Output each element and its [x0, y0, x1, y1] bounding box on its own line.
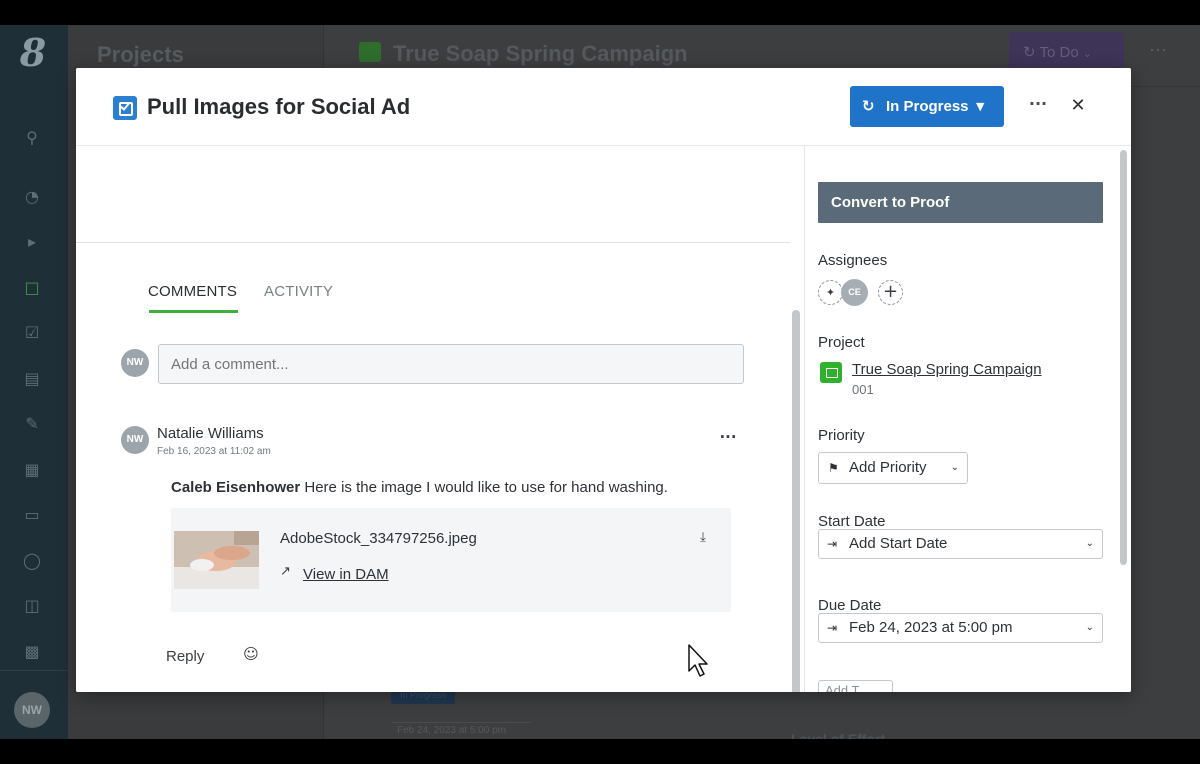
comment-input[interactable]	[158, 344, 744, 384]
add-priority-button[interactable]: ⚑ Add Priority ⌄	[818, 452, 968, 484]
reply-button[interactable]: Reply	[166, 648, 204, 665]
project-status-button[interactable]: ↻ To Do ⌄	[1009, 32, 1124, 72]
project-number: 001	[852, 382, 874, 397]
comment-timestamp: Feb 16, 2023 at 11:02 am	[157, 446, 271, 457]
chevron-down-icon: ⌄	[950, 462, 959, 473]
task-details-pane: COMMENTS ACTIVITY NW NW Natalie Williams…	[76, 146, 804, 692]
comment-author: Natalie Williams	[157, 425, 264, 442]
comment-mention[interactable]: Caleb Eisenhower	[171, 479, 300, 496]
project-more-button[interactable]: ···	[1149, 39, 1167, 60]
project-link[interactable]: True Soap Spring Campaign	[852, 361, 1042, 378]
start-date-label: Start Date	[818, 513, 886, 530]
calendar-arrow-icon: ⇥	[827, 621, 838, 635]
inbox-icon[interactable]: ▤	[22, 369, 42, 389]
gauge-icon[interactable]: ◔	[22, 187, 42, 207]
chevron-down-icon: ⌄	[1085, 622, 1094, 633]
calendar-icon[interactable]: ▦	[22, 460, 42, 480]
priority-button-label: Add Priority	[849, 459, 927, 476]
attachment-thumbnail[interactable]	[174, 531, 259, 589]
search-icon[interactable]: ⚲	[22, 128, 42, 148]
rail-divider	[0, 670, 68, 671]
analytics-icon[interactable]: ▩	[22, 642, 42, 662]
convert-to-proof-button[interactable]: Convert to Proof	[818, 182, 1103, 223]
app-frame: 8 ⚲ ◔ ▸ □ ☑ ▤ ✎ ▦ ▭ ◯ ◫ ▩ NW Projects Tr…	[0, 25, 1200, 739]
section-divider	[76, 242, 790, 243]
assignee-placeholder-icon[interactable]: ✦	[818, 280, 843, 305]
due-date-label: Due Date	[818, 597, 882, 614]
priority-label: Priority	[818, 427, 865, 444]
refresh-icon: ↻	[1023, 43, 1036, 61]
task-checkbox-icon	[113, 96, 137, 120]
tab-activity[interactable]: ACTIVITY	[264, 283, 333, 300]
view-in-dam-link[interactable]: View in DAM	[303, 566, 389, 583]
task-due-date: Feb 24, 2023 at 5:00 pm	[391, 722, 531, 739]
project-title: True Soap Spring Campaign	[393, 41, 688, 66]
start-date-select[interactable]: ⇥ Add Start Date ⌄	[818, 529, 1103, 559]
comment-more-button[interactable]: ···	[716, 428, 740, 448]
attachment-card: AdobeStock_334797256.jpeg ⤓ ↗ View in DA…	[171, 508, 731, 612]
chevron-down-icon: ⌄	[1085, 538, 1094, 549]
status-label: In Progress	[886, 98, 969, 115]
megaphone-icon[interactable]: ▸	[22, 232, 42, 252]
assignee-avatar[interactable]: CE	[841, 279, 868, 306]
comment-avatar: NW	[121, 426, 149, 454]
projects-title: Projects	[97, 42, 184, 67]
comment-text: Here is the image I would like to use fo…	[300, 479, 668, 496]
level-of-effort-label: Level of Effort	[791, 731, 886, 739]
task-sidebar: Convert to Proof Assignees ✦ CE + Projec…	[805, 146, 1131, 692]
tab-comments[interactable]: COMMENTS	[148, 283, 237, 300]
app-logo[interactable]: 8	[14, 33, 52, 73]
chevron-down-icon: ▼	[976, 100, 985, 113]
folder-icon[interactable]: □	[22, 278, 42, 298]
composer-avatar: NW	[121, 349, 149, 377]
external-link-icon: ↗	[280, 564, 291, 579]
project-folder-icon	[820, 362, 842, 383]
project-label: Project	[818, 334, 865, 351]
emoji-add-icon[interactable]: ☺	[241, 645, 261, 665]
calendar-arrow-icon: ⇥	[827, 537, 838, 551]
close-button[interactable]: ✕	[1066, 94, 1090, 118]
tab-active-indicator	[149, 310, 238, 313]
sidebar-scrollbar[interactable]	[1120, 150, 1127, 565]
add-assignee-button[interactable]: +	[878, 280, 903, 305]
flag-icon: ⚑	[828, 461, 839, 475]
refresh-icon: ↻	[862, 97, 875, 115]
mouse-cursor-icon	[688, 644, 708, 677]
comments-scrollbar[interactable]	[792, 310, 800, 692]
due-date-select[interactable]: ⇥ Feb 24, 2023 at 5:00 pm ⌄	[818, 613, 1103, 643]
person-icon[interactable]: ◯	[22, 551, 42, 571]
due-date-value: Feb 24, 2023 at 5:00 pm	[849, 619, 1013, 636]
attachment-file-name: AdobeStock_334797256.jpeg	[280, 530, 477, 547]
modal-title[interactable]: Pull Images for Social Ad	[147, 94, 410, 120]
user-avatar[interactable]: NW	[14, 692, 50, 728]
project-status-label: To Do	[1039, 44, 1079, 61]
more-options-button[interactable]: ···	[1026, 94, 1050, 118]
project-folder-icon	[359, 42, 381, 62]
task-modal: Pull Images for Social Ad ↻ In Progress …	[76, 68, 1131, 692]
add-tag-button[interactable]: Add T	[818, 680, 893, 692]
assignees-label: Assignees	[818, 252, 888, 269]
app-rail: 8 ⚲ ◔ ▸ □ ☑ ▤ ✎ ▦ ▭ ◯ ◫ ▩ NW	[0, 25, 68, 739]
modal-header: Pull Images for Social Ad ↻ In Progress …	[76, 68, 1131, 146]
status-dropdown[interactable]: ↻ In Progress ▼	[850, 86, 1004, 127]
layout-icon[interactable]: ◫	[22, 596, 42, 616]
resources-icon[interactable]: ▭	[22, 505, 42, 525]
download-icon[interactable]: ⤓	[693, 528, 713, 548]
chevron-down-icon: ⌄	[1082, 47, 1093, 60]
checkbox-icon[interactable]: ☑	[22, 323, 42, 343]
comment-body: Caleb Eisenhower Here is the image I wou…	[171, 479, 668, 496]
document-edit-icon[interactable]: ✎	[22, 414, 42, 434]
start-date-value: Add Start Date	[849, 535, 948, 552]
